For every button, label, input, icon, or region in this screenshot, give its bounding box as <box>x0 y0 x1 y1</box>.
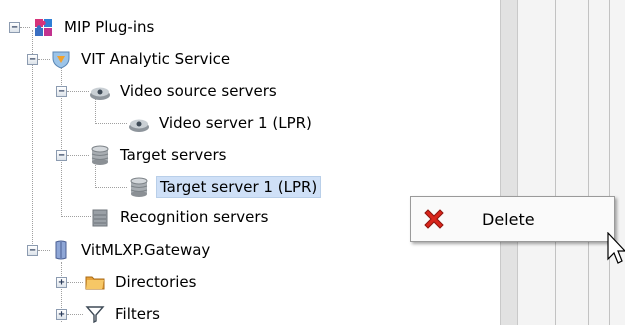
context-menu: Delete <box>410 196 615 242</box>
tree-node-mip-plugins[interactable]: MIP Plug-ins <box>33 15 157 39</box>
tree-node-target-servers[interactable]: Target servers <box>89 143 229 167</box>
expand-toggle[interactable]: + <box>56 309 67 320</box>
expand-toggle[interactable]: + <box>56 277 67 288</box>
collapse-toggle[interactable]: − <box>27 245 38 256</box>
tree-view: − − − − − + + MIP Plug-ins VIT Analytic … <box>0 0 470 325</box>
tree-node-label: Directories <box>115 273 197 291</box>
divider <box>609 0 610 325</box>
tree-node-filters[interactable]: Filters <box>84 302 163 326</box>
splitter[interactable] <box>500 0 518 325</box>
tree-connector <box>67 155 89 156</box>
tree-node-video-server-1[interactable]: Video server 1 (LPR) <box>128 111 315 135</box>
tree-node-video-source-servers[interactable]: Video source servers <box>89 79 280 103</box>
side-panel <box>500 0 625 325</box>
divider <box>588 0 589 325</box>
tree-connector <box>95 187 127 188</box>
tree-node-target-server-1[interactable]: Target server 1 (LPR) <box>128 175 322 199</box>
tree-node-vit-analytic-service[interactable]: VIT Analytic Service <box>50 47 233 71</box>
tree-connector <box>67 91 89 92</box>
tree-node-vitmlxp-gateway[interactable]: VitMLXP.Gateway <box>50 238 213 262</box>
collapse-toggle[interactable]: − <box>56 150 67 161</box>
tree-connector <box>38 250 50 251</box>
camera-icon <box>89 80 111 102</box>
tree-node-label: Target servers <box>120 146 227 164</box>
tree-connector <box>95 123 127 124</box>
camera-icon <box>128 112 150 134</box>
tree-node-label: VIT Analytic Service <box>81 50 231 68</box>
tree-node-recognition-servers[interactable]: Recognition servers <box>89 205 271 229</box>
tree-node-label: Recognition servers <box>120 208 269 226</box>
device-icon <box>50 239 72 261</box>
collapse-toggle[interactable]: − <box>9 22 20 33</box>
folder-icon <box>84 271 106 293</box>
database-icon <box>128 176 150 198</box>
tree-node-label: Video source servers <box>120 82 277 100</box>
tree-node-label: VitMLXP.Gateway <box>81 241 211 259</box>
tree-connector <box>20 27 30 28</box>
tree-node-label: MIP Plug-ins <box>64 18 155 36</box>
tree-node-label: Target server 1 (LPR) <box>156 176 322 198</box>
database-icon <box>89 144 111 166</box>
menu-item-label: Delete <box>482 209 535 229</box>
tree-connector <box>38 59 50 60</box>
tree-node-label: Filters <box>115 305 160 323</box>
menu-item-delete[interactable]: Delete <box>414 200 611 238</box>
filter-icon <box>84 303 106 325</box>
puzzle-icon <box>33 16 55 38</box>
collapse-toggle[interactable]: − <box>27 54 38 65</box>
mouse-pointer-icon <box>607 231 625 270</box>
tree-connector <box>67 282 83 283</box>
server-icon <box>89 206 111 228</box>
tree-connector <box>67 314 83 315</box>
delete-x-icon <box>416 201 452 237</box>
shield-icon <box>50 48 72 70</box>
collapse-toggle[interactable]: − <box>56 86 67 97</box>
tree-node-directories[interactable]: Directories <box>84 270 199 294</box>
tree-node-label: Video server 1 (LPR) <box>159 114 312 132</box>
divider <box>555 0 556 325</box>
tree-connector <box>61 216 91 217</box>
